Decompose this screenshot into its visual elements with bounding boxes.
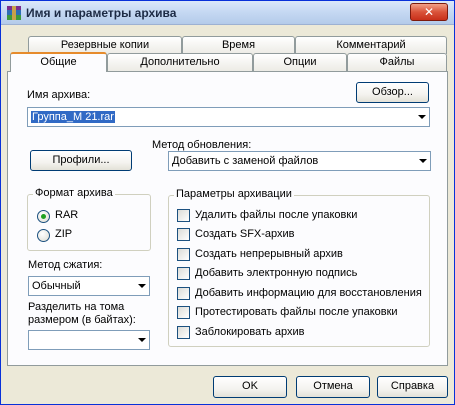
checkbox-delete-after-label: Удалить файлы после упаковки (195, 209, 358, 221)
split-size-select[interactable] (28, 330, 150, 350)
checkbox-lock-archive-label: Заблокировать архив (195, 326, 305, 338)
general-tab-panel: Имя архива: Обзор... Группа_М 21.rar Мет… (7, 71, 448, 366)
chevron-down-icon[interactable] (419, 159, 427, 163)
radio-zip-label: ZIP (55, 228, 73, 240)
update-method-label: Метод обновления: (152, 139, 252, 151)
tab-general[interactable]: Общие (10, 52, 107, 72)
tab-time[interactable]: Время (182, 36, 295, 54)
checkbox-recovery-record[interactable] (177, 287, 190, 300)
archiving-options-title: Параметры архивации (174, 188, 294, 200)
chevron-down-icon[interactable] (138, 284, 146, 288)
checkbox-delete-after[interactable] (177, 209, 190, 222)
archive-name-field[interactable]: Группа_М 21.rar (27, 107, 430, 127)
compression-select[interactable]: Обычный (28, 276, 150, 296)
archive-format-title: Формат архива (33, 187, 115, 199)
chevron-down-icon[interactable] (138, 338, 146, 342)
checkbox-digital-signature[interactable] (177, 267, 190, 280)
winrar-icon (7, 6, 21, 20)
checkbox-digital-signature-label: Добавить электронную подпись (195, 267, 358, 279)
compression-value: Обычный (32, 280, 81, 292)
split-label-line1: Разделить на тома (28, 301, 125, 313)
tab-comment[interactable]: Комментарий (295, 36, 447, 54)
tab-files[interactable]: Файлы (347, 53, 447, 71)
compression-label: Метод сжатия: (28, 259, 103, 271)
archive-name-value: Группа_М 21.rar (31, 111, 115, 123)
checkbox-test-files[interactable] (177, 306, 190, 319)
update-method-value: Добавить с заменой файлов (172, 155, 319, 167)
split-label-line2: размером (в байтах): (28, 314, 136, 326)
title-bar[interactable]: Имя и параметры архива ✕ (1, 1, 454, 25)
browse-button[interactable]: Обзор... (356, 82, 429, 103)
close-icon: ✕ (423, 5, 435, 19)
chevron-down-icon[interactable] (418, 115, 426, 119)
checkbox-create-sfx-label: Создать SFX-архив (195, 228, 295, 240)
ok-button[interactable]: OK (213, 376, 287, 398)
checkbox-test-files-label: Протестировать файлы после упаковки (195, 306, 398, 318)
update-method-select[interactable]: Добавить с заменой файлов (168, 151, 431, 171)
cancel-button[interactable]: Отмена (296, 376, 370, 398)
help-button[interactable]: Справка (377, 376, 448, 398)
radio-rar-label: RAR (55, 209, 79, 221)
window-title: Имя и параметры архива (26, 6, 177, 20)
archive-dialog: Имя и параметры архива ✕ Резервные копии… (0, 0, 455, 405)
checkbox-solid-archive[interactable] (177, 248, 190, 261)
profiles-button[interactable]: Профили... (30, 150, 132, 171)
radio-rar[interactable] (37, 210, 50, 223)
radio-zip[interactable] (37, 229, 50, 242)
close-button[interactable]: ✕ (410, 3, 448, 21)
archive-name-label: Имя архива: (27, 89, 91, 101)
checkbox-solid-archive-label: Создать непрерывный архив (195, 248, 343, 260)
tab-options[interactable]: Опции (253, 53, 347, 71)
checkbox-recovery-record-label: Добавить информацию для восстановления (195, 287, 422, 299)
checkbox-lock-archive[interactable] (177, 326, 190, 339)
checkbox-create-sfx[interactable] (177, 228, 190, 241)
tab-advanced[interactable]: Дополнительно (107, 53, 253, 71)
